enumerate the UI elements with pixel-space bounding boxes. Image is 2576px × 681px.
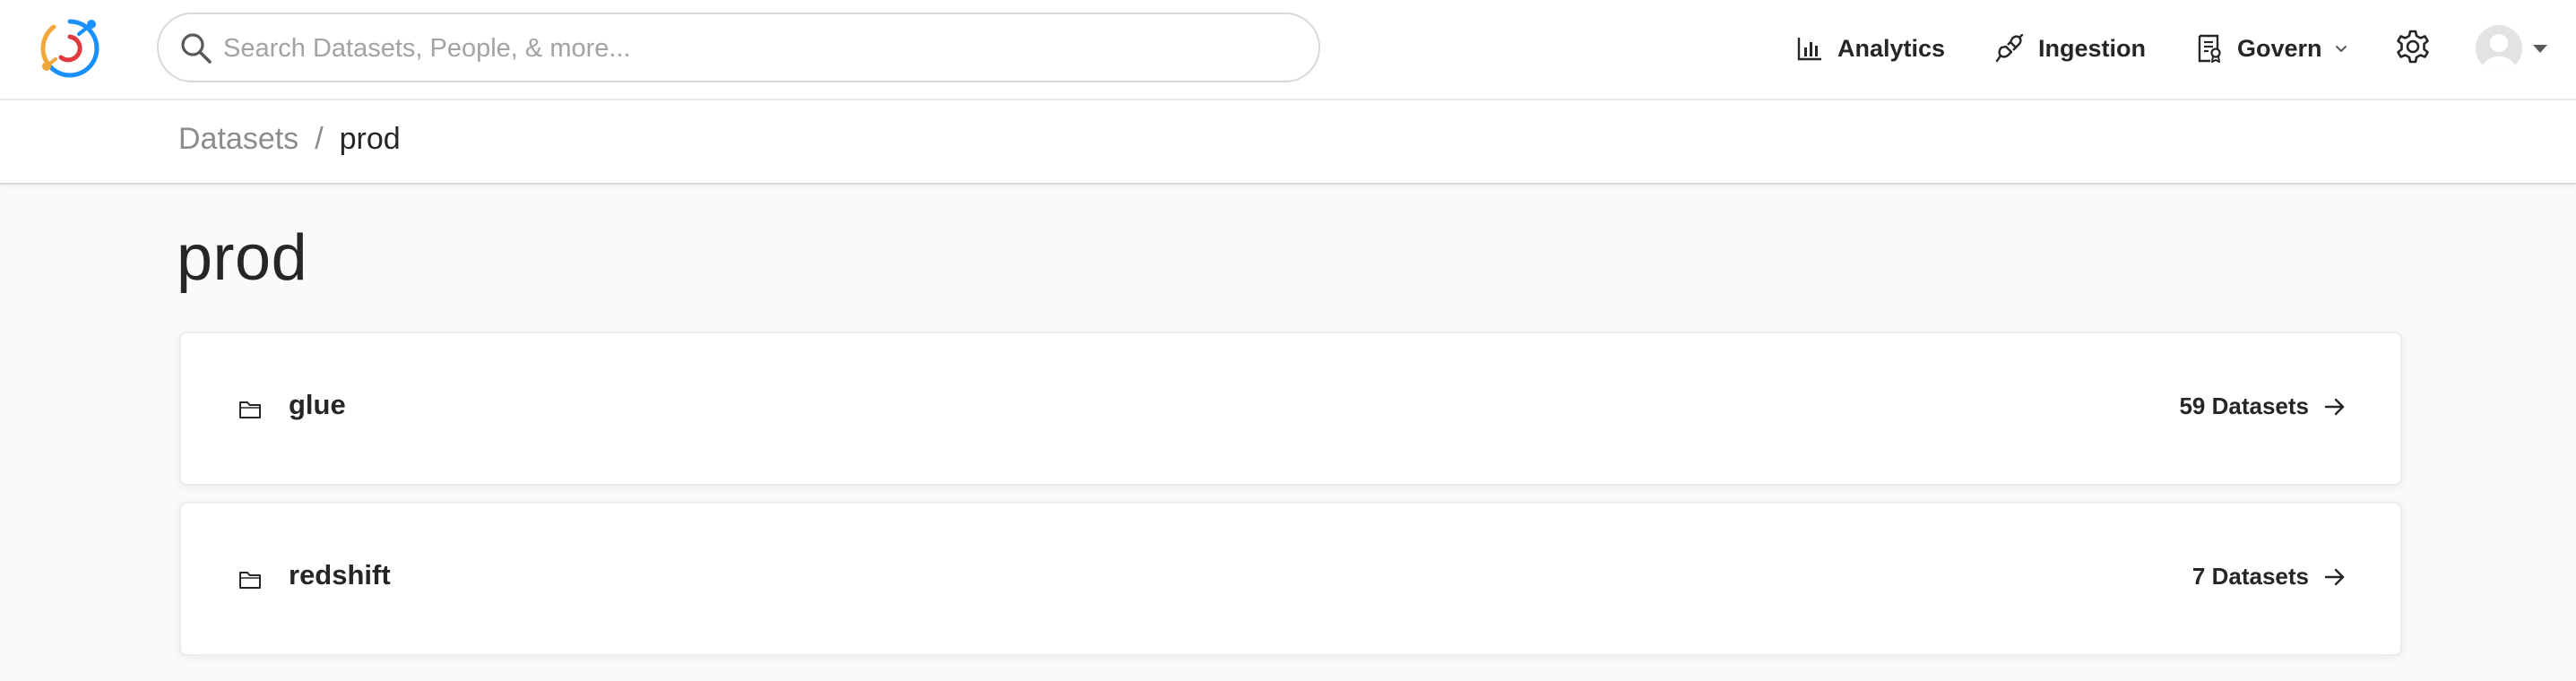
- gear-icon[interactable]: [2395, 29, 2431, 65]
- list-item-name[interactable]: redshift: [289, 559, 391, 591]
- breadcrumb: Datasets / prod: [178, 122, 401, 157]
- list-item-count-label: 7 Datasets: [2191, 563, 2309, 590]
- arrow-right-icon: [2324, 398, 2345, 415]
- list-item-count[interactable]: 7 Datasets: [2192, 563, 2347, 590]
- folder-icon: [239, 572, 261, 589]
- search-input[interactable]: [221, 22, 1301, 75]
- list-item-count-label: 59 Datasets: [2179, 392, 2309, 419]
- search-bar[interactable]: [157, 13, 1320, 82]
- list-item[interactable]: glue 59 Datasets: [179, 332, 2402, 486]
- nav-analytics-label: Analytics: [1837, 34, 1946, 62]
- chevron-down-icon: [2335, 46, 2347, 52]
- breadcrumb-bar: Datasets / prod: [0, 100, 2576, 185]
- nav-analytics[interactable]: Analytics: [1796, 23, 1945, 73]
- page-title: prod: [177, 222, 308, 294]
- list-item-count[interactable]: 59 Datasets: [2179, 392, 2347, 420]
- document-icon: [2198, 34, 2221, 63]
- arrow-right-icon: [2324, 568, 2345, 585]
- nav-govern-label: Govern: [2237, 34, 2322, 62]
- datahub-logo-icon[interactable]: [34, 13, 106, 84]
- breadcrumb-separator: /: [315, 122, 324, 156]
- bar-chart-icon: [1797, 38, 1821, 61]
- caret-down-icon: [2533, 44, 2547, 53]
- nav-ingestion[interactable]: Ingestion: [1995, 23, 2146, 73]
- top-header: Analytics Ingestion Govern: [0, 0, 2576, 100]
- avatar-icon[interactable]: [2476, 25, 2522, 72]
- list-item[interactable]: redshift 7 Datasets: [179, 502, 2402, 656]
- user-menu[interactable]: [2476, 23, 2551, 73]
- nav-govern[interactable]: Govern: [2196, 23, 2347, 73]
- folder-icon: [239, 401, 261, 418]
- search-icon: [181, 33, 212, 64]
- list-item-name[interactable]: glue: [289, 389, 346, 421]
- plug-icon: [1995, 34, 2024, 63]
- breadcrumb-datasets-link[interactable]: Datasets: [178, 122, 298, 157]
- breadcrumb-current: prod: [339, 122, 401, 156]
- nav-ingestion-label: Ingestion: [2038, 34, 2146, 62]
